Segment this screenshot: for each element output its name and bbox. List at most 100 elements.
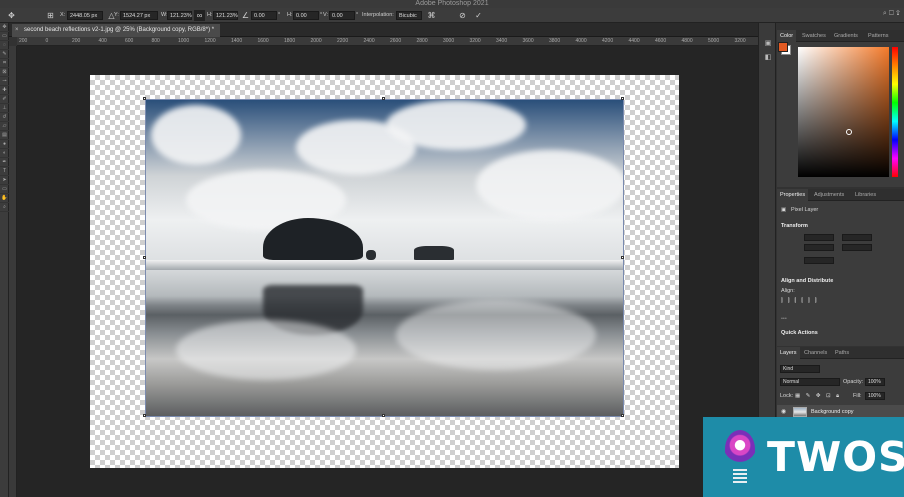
select-tool[interactable]: ✎ — [0, 50, 9, 59]
share-icon[interactable]: ⇪ — [896, 10, 900, 17]
eraser-tool[interactable]: ▱ — [0, 122, 9, 131]
vertical-ruler[interactable] — [9, 46, 17, 497]
color-picker-cursor[interactable] — [846, 129, 852, 135]
stamp-tool[interactable]: ⊥ — [0, 104, 9, 113]
shape-tool[interactable]: ▭ — [0, 185, 9, 194]
frame-tool[interactable]: ⊠ — [0, 68, 9, 77]
angle-field[interactable]: 0.00 — [251, 11, 277, 20]
align-label: Align: — [781, 288, 795, 294]
type-tool[interactable]: T — [0, 167, 9, 176]
hskew-field[interactable]: 0.00 — [293, 11, 319, 20]
blur-tool[interactable]: ● — [0, 140, 9, 149]
transform-x-field[interactable] — [842, 234, 872, 241]
history-brush-tool[interactable]: ↺ — [0, 113, 9, 122]
tab-properties[interactable]: Properties — [777, 189, 809, 201]
more-options-icon[interactable]: ••• — [781, 315, 787, 324]
gradient-tool[interactable]: ▤ — [0, 131, 9, 140]
ruler-tick-label: 3000 — [443, 38, 455, 44]
ruler-tick-label: 5000 — [708, 38, 720, 44]
window-title: Adobe Photoshop 2021 — [0, 0, 904, 8]
warp-icon[interactable]: ⌘ — [426, 10, 437, 21]
foreground-color-swatch[interactable] — [778, 42, 788, 52]
width-field[interactable]: 121.23% — [167, 11, 192, 20]
tab-paths[interactable]: Paths — [832, 347, 852, 359]
workspace-icon[interactable]: ▢ — [889, 10, 894, 17]
transform-handle[interactable] — [382, 414, 385, 417]
transform-w-field[interactable] — [804, 234, 834, 241]
height-field[interactable]: 121.23% — [213, 11, 238, 20]
cancel-icon[interactable]: ⊘ — [457, 10, 468, 21]
ruler-tick-label: 3800 — [549, 38, 561, 44]
layer-filter-select[interactable]: Kind — [780, 365, 820, 373]
y-label: Y: — [114, 12, 119, 18]
tab-channels[interactable]: Channels — [801, 347, 830, 359]
move-tool-icon[interactable]: ✥ — [6, 10, 17, 21]
pen-tool[interactable]: ✒ — [0, 158, 9, 167]
ruler-tick-label: 1000 — [178, 38, 190, 44]
lock-icons[interactable]: ▦ ✎ ✥ ⊡ 🔒︎ — [795, 391, 841, 401]
transform-angle-field[interactable] — [804, 257, 834, 264]
hand-tool[interactable]: ✋ — [0, 194, 9, 203]
lock-label: Lock: — [780, 393, 794, 399]
interpolation-select[interactable]: Bicubic — [396, 11, 422, 20]
color-picker-field[interactable] — [798, 47, 889, 177]
lasso-tool[interactable]: ◌ — [0, 41, 9, 50]
tab-color[interactable]: Color — [777, 30, 797, 42]
document-tab[interactable]: × second beach reflections v2-1.jpg @ 25… — [12, 24, 221, 37]
visibility-eye-icon[interactable]: ◉ — [781, 408, 786, 415]
tab-libraries[interactable]: Libraries — [852, 189, 879, 201]
close-icon[interactable]: × — [15, 24, 19, 37]
healing-tool[interactable]: ✚ — [0, 86, 9, 95]
transform-handle[interactable] — [143, 97, 146, 100]
blend-mode-select[interactable]: Normal — [780, 378, 840, 386]
history-icon[interactable]: ▣ — [759, 37, 777, 51]
tab-adjustments[interactable]: Adjustments — [811, 189, 847, 201]
tab-layers[interactable]: Layers — [777, 347, 800, 359]
tab-swatches[interactable]: Swatches — [799, 30, 829, 42]
vskew-field[interactable]: 0.00 — [329, 11, 355, 20]
fill-label: Fill: — [853, 393, 862, 399]
ruler-tick-label: 3600 — [522, 38, 534, 44]
crop-tool[interactable]: ⌗ — [0, 59, 9, 68]
transform-handle[interactable] — [621, 256, 624, 259]
fill-field[interactable]: 100% — [865, 392, 885, 400]
ruler-tick-label: 800 — [151, 38, 160, 44]
transform-h-field[interactable] — [804, 244, 834, 251]
x-field[interactable]: 2448.05 px — [67, 11, 103, 20]
reference-point-icon[interactable]: ⊞ — [45, 10, 56, 21]
dodge-tool[interactable]: ◐ — [0, 149, 9, 158]
transform-y-field[interactable] — [842, 244, 872, 251]
transform-handle[interactable] — [621, 97, 624, 100]
link-icon[interactable]: ∞ — [194, 10, 205, 21]
align-buttons[interactable]: ⫿⫿⫿⫿⫿⫿ — [781, 297, 822, 306]
zoom-tool[interactable]: ⌕ — [0, 203, 9, 212]
transform-handle[interactable] — [382, 97, 385, 100]
brush-tool[interactable]: ✐ — [0, 95, 9, 104]
h-label: H: — [207, 12, 213, 18]
ruler-tick-label: 3200 — [734, 38, 746, 44]
pixel-layer-label: Pixel Layer — [791, 207, 819, 213]
ruler-tick-label: 2400 — [363, 38, 375, 44]
beach-photo-layer[interactable] — [145, 99, 624, 417]
path-select-tool[interactable]: ➤ — [0, 176, 9, 185]
opacity-field[interactable]: 100% — [865, 378, 885, 386]
transform-handle[interactable] — [143, 414, 146, 417]
horizontal-ruler[interactable]: 200 0 200 400 600 800 1000 1200 1400 1600 1800 2000… — [17, 37, 764, 46]
tab-gradients[interactable]: Gradients — [831, 30, 861, 42]
transform-handle[interactable] — [143, 256, 146, 259]
ruler-tick-label: 0 — [45, 38, 49, 44]
checkmark-icon[interactable]: ✓ — [473, 10, 484, 21]
tab-patterns[interactable]: Patterns — [865, 30, 891, 42]
actions-icon[interactable]: ◧ — [759, 51, 777, 65]
island-rock — [263, 218, 363, 260]
transform-handle[interactable] — [621, 414, 624, 417]
x-label: X: — [60, 12, 66, 18]
marquee-tool[interactable]: ▭ — [0, 32, 9, 41]
eyedropper-tool[interactable]: ⊸ — [0, 77, 9, 86]
transform-section-title: Transform — [781, 223, 808, 229]
hue-slider[interactable] — [892, 47, 898, 177]
y-field[interactable]: 1524.27 px — [120, 11, 158, 20]
move-tool[interactable]: ✥ — [0, 23, 9, 32]
search-icon[interactable]: ⌕ — [883, 10, 887, 17]
lightbulb-base-icon — [733, 469, 747, 483]
